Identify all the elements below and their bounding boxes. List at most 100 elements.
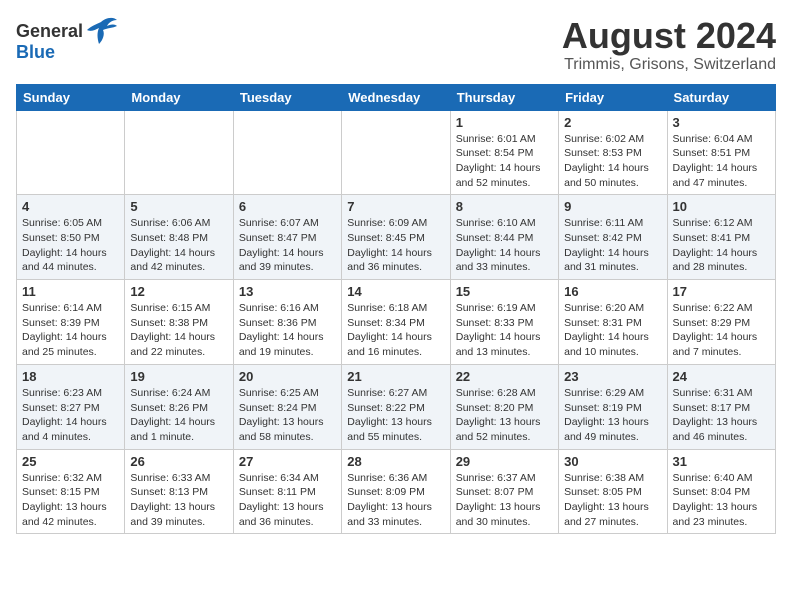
calendar-cell: 19 Sunrise: 6:24 AM Sunset: 8:26 PM Dayli… (125, 364, 233, 449)
day-info: Sunrise: 6:23 AM Sunset: 8:27 PM Dayligh… (22, 386, 119, 445)
day-info: Sunrise: 6:14 AM Sunset: 8:39 PM Dayligh… (22, 301, 119, 360)
day-number: 19 (130, 369, 227, 384)
day-info: Sunrise: 6:37 AM Sunset: 8:07 PM Dayligh… (456, 471, 553, 530)
calendar-cell: 7 Sunrise: 6:09 AM Sunset: 8:45 PM Daylig… (342, 195, 450, 280)
day-info: Sunrise: 6:25 AM Sunset: 8:24 PM Dayligh… (239, 386, 336, 445)
day-info: Sunrise: 6:09 AM Sunset: 8:45 PM Dayligh… (347, 216, 444, 275)
calendar-cell: 22Sunrise: 6:28 AM Sunset: 8:20 PM Dayli… (450, 364, 558, 449)
calendar-cell (233, 110, 341, 195)
day-info: Sunrise: 6:24 AM Sunset: 8:26 PM Dayligh… (130, 386, 227, 445)
logo-blue-text: Blue (16, 42, 55, 63)
calendar-cell: 3 Sunrise: 6:04 AM Sunset: 8:51 PM Daylig… (667, 110, 775, 195)
day-number: 15 (456, 284, 553, 299)
calendar-week-row: 1 Sunrise: 6:01 AM Sunset: 8:54 PM Daylig… (17, 110, 776, 195)
day-info: Sunrise: 6:06 AM Sunset: 8:48 PM Dayligh… (130, 216, 227, 275)
calendar-cell: 21Sunrise: 6:27 AM Sunset: 8:22 PM Dayli… (342, 364, 450, 449)
calendar-cell: 2 Sunrise: 6:02 AM Sunset: 8:53 PM Daylig… (559, 110, 667, 195)
day-info: Sunrise: 6:36 AM Sunset: 8:09 PM Dayligh… (347, 471, 444, 530)
day-number: 4 (22, 199, 119, 214)
calendar-cell (17, 110, 125, 195)
calendar-cell: 26 Sunrise: 6:33 AM Sunset: 8:13 PM Dayli… (125, 449, 233, 534)
calendar-week-row: 18Sunrise: 6:23 AM Sunset: 8:27 PM Dayli… (17, 364, 776, 449)
calendar-cell: 1 Sunrise: 6:01 AM Sunset: 8:54 PM Daylig… (450, 110, 558, 195)
header: General Blue August 2024 Trimmis, Grison… (16, 16, 776, 74)
calendar-cell: 29 Sunrise: 6:37 AM Sunset: 8:07 PM Dayli… (450, 449, 558, 534)
calendar-cell: 28 Sunrise: 6:36 AM Sunset: 8:09 PM Dayli… (342, 449, 450, 534)
calendar-cell: 10 Sunrise: 6:12 AM Sunset: 8:41 PM Dayli… (667, 195, 775, 280)
day-info: Sunrise: 6:10 AM Sunset: 8:44 PM Dayligh… (456, 216, 553, 275)
calendar-week-row: 4Sunrise: 6:05 AM Sunset: 8:50 PM Daylig… (17, 195, 776, 280)
calendar-cell: 6Sunrise: 6:07 AM Sunset: 8:47 PM Daylig… (233, 195, 341, 280)
calendar-cell: 5Sunrise: 6:06 AM Sunset: 8:48 PM Daylig… (125, 195, 233, 280)
day-number: 29 (456, 454, 553, 469)
day-number: 31 (673, 454, 770, 469)
day-info: Sunrise: 6:15 AM Sunset: 8:38 PM Dayligh… (130, 301, 227, 360)
col-friday: Friday (559, 84, 667, 110)
day-number: 30 (564, 454, 661, 469)
logo-general-text: General (16, 21, 83, 42)
day-number: 23 (564, 369, 661, 384)
day-number: 20 (239, 369, 336, 384)
day-info: Sunrise: 6:04 AM Sunset: 8:51 PM Dayligh… (673, 132, 770, 191)
day-number: 22 (456, 369, 553, 384)
day-number: 27 (239, 454, 336, 469)
calendar-cell: 12 Sunrise: 6:15 AM Sunset: 8:38 PM Dayli… (125, 280, 233, 365)
calendar-cell: 20 Sunrise: 6:25 AM Sunset: 8:24 PM Dayli… (233, 364, 341, 449)
col-saturday: Saturday (667, 84, 775, 110)
day-number: 3 (673, 115, 770, 130)
calendar-cell: 25Sunrise: 6:32 AM Sunset: 8:15 PM Dayli… (17, 449, 125, 534)
calendar-cell: 24Sunrise: 6:31 AM Sunset: 8:17 PM Dayli… (667, 364, 775, 449)
calendar-cell (342, 110, 450, 195)
title-area: August 2024 Trimmis, Grisons, Switzerlan… (562, 16, 776, 74)
calendar-week-row: 25Sunrise: 6:32 AM Sunset: 8:15 PM Dayli… (17, 449, 776, 534)
day-number: 14 (347, 284, 444, 299)
day-info: Sunrise: 6:07 AM Sunset: 8:47 PM Dayligh… (239, 216, 336, 275)
day-info: Sunrise: 6:29 AM Sunset: 8:19 PM Dayligh… (564, 386, 661, 445)
day-info: Sunrise: 6:34 AM Sunset: 8:11 PM Dayligh… (239, 471, 336, 530)
calendar-week-row: 11Sunrise: 6:14 AM Sunset: 8:39 PM Dayli… (17, 280, 776, 365)
col-tuesday: Tuesday (233, 84, 341, 110)
day-info: Sunrise: 6:40 AM Sunset: 8:04 PM Dayligh… (673, 471, 770, 530)
calendar-cell: 11Sunrise: 6:14 AM Sunset: 8:39 PM Dayli… (17, 280, 125, 365)
page-subtitle: Trimmis, Grisons, Switzerland (562, 56, 776, 74)
calendar-cell: 31 Sunrise: 6:40 AM Sunset: 8:04 PM Dayli… (667, 449, 775, 534)
day-number: 28 (347, 454, 444, 469)
day-number: 25 (22, 454, 119, 469)
page-title: August 2024 (562, 16, 776, 56)
col-sunday: Sunday (17, 84, 125, 110)
calendar-cell: 14 Sunrise: 6:18 AM Sunset: 8:34 PM Dayli… (342, 280, 450, 365)
col-thursday: Thursday (450, 84, 558, 110)
day-number: 10 (673, 199, 770, 214)
calendar-cell: 9 Sunrise: 6:11 AM Sunset: 8:42 PM Daylig… (559, 195, 667, 280)
calendar-table: Sunday Monday Tuesday Wednesday Thursday… (16, 84, 776, 535)
calendar-cell: 30 Sunrise: 6:38 AM Sunset: 8:05 PM Dayli… (559, 449, 667, 534)
calendar-header-row: Sunday Monday Tuesday Wednesday Thursday… (17, 84, 776, 110)
day-info: Sunrise: 6:20 AM Sunset: 8:31 PM Dayligh… (564, 301, 661, 360)
day-number: 1 (456, 115, 553, 130)
col-wednesday: Wednesday (342, 84, 450, 110)
day-info: Sunrise: 6:19 AM Sunset: 8:33 PM Dayligh… (456, 301, 553, 360)
day-info: Sunrise: 6:02 AM Sunset: 8:53 PM Dayligh… (564, 132, 661, 191)
day-number: 26 (130, 454, 227, 469)
day-info: Sunrise: 6:11 AM Sunset: 8:42 PM Dayligh… (564, 216, 661, 275)
day-info: Sunrise: 6:12 AM Sunset: 8:41 PM Dayligh… (673, 216, 770, 275)
day-number: 2 (564, 115, 661, 130)
logo: General Blue (16, 16, 119, 63)
day-info: Sunrise: 6:16 AM Sunset: 8:36 PM Dayligh… (239, 301, 336, 360)
calendar-cell: 27 Sunrise: 6:34 AM Sunset: 8:11 PM Dayli… (233, 449, 341, 534)
day-number: 7 (347, 199, 444, 214)
day-number: 13 (239, 284, 336, 299)
calendar-cell: 16Sunrise: 6:20 AM Sunset: 8:31 PM Dayli… (559, 280, 667, 365)
day-info: Sunrise: 6:38 AM Sunset: 8:05 PM Dayligh… (564, 471, 661, 530)
day-info: Sunrise: 6:01 AM Sunset: 8:54 PM Dayligh… (456, 132, 553, 191)
day-number: 12 (130, 284, 227, 299)
day-info: Sunrise: 6:18 AM Sunset: 8:34 PM Dayligh… (347, 301, 444, 360)
day-info: Sunrise: 6:33 AM Sunset: 8:13 PM Dayligh… (130, 471, 227, 530)
calendar-cell: 4Sunrise: 6:05 AM Sunset: 8:50 PM Daylig… (17, 195, 125, 280)
day-number: 9 (564, 199, 661, 214)
col-monday: Monday (125, 84, 233, 110)
calendar-cell: 18Sunrise: 6:23 AM Sunset: 8:27 PM Dayli… (17, 364, 125, 449)
day-number: 24 (673, 369, 770, 384)
calendar-cell (125, 110, 233, 195)
calendar-cell: 8Sunrise: 6:10 AM Sunset: 8:44 PM Daylig… (450, 195, 558, 280)
